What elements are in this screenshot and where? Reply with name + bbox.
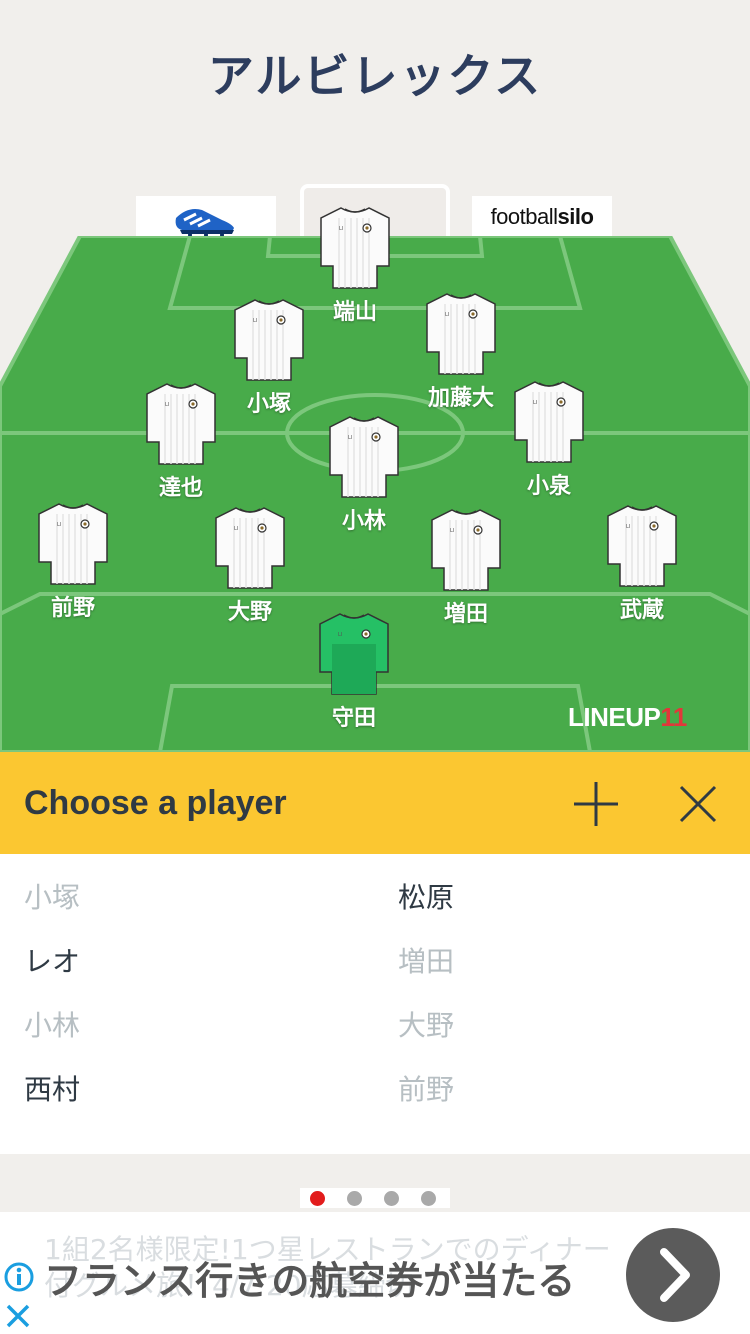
brand-text: LINEUP bbox=[568, 702, 661, 732]
shirt-icon: LI bbox=[13, 500, 133, 588]
shirt-icon: LI bbox=[121, 380, 241, 468]
shirt-icon: LI bbox=[295, 204, 415, 292]
close-icon[interactable] bbox=[672, 778, 724, 830]
choose-player-bar: Choose a player bbox=[0, 752, 750, 854]
svg-text:LI: LI bbox=[339, 226, 343, 232]
player-left-mid[interactable]: LI 達也 bbox=[121, 380, 241, 502]
brand-number: 11 bbox=[660, 702, 687, 732]
page-dot[interactable] bbox=[384, 1191, 399, 1206]
choose-player-title: Choose a player bbox=[24, 784, 287, 822]
svg-text:LI: LI bbox=[253, 318, 257, 324]
sponsor-boot-banner bbox=[136, 196, 276, 238]
shirt-icon: LI bbox=[209, 296, 329, 384]
player-list-item[interactable]: 小塚 bbox=[24, 878, 80, 918]
svg-text:LI: LI bbox=[533, 400, 537, 406]
svg-text:LI: LI bbox=[348, 435, 352, 441]
player-name: 大野 bbox=[227, 600, 272, 625]
svg-text:LI: LI bbox=[626, 524, 630, 530]
svg-text:LI: LI bbox=[338, 632, 342, 638]
player-name: 達也 bbox=[158, 476, 203, 501]
player-list-item[interactable]: 松原 bbox=[398, 878, 454, 918]
player-list-item[interactable]: レオ bbox=[24, 942, 80, 982]
lineup11-logo: LINEUP11 bbox=[568, 702, 687, 733]
shirt-icon: LI bbox=[489, 378, 609, 466]
page-dot[interactable] bbox=[347, 1191, 362, 1206]
svg-text:LI: LI bbox=[57, 522, 61, 528]
ad-headline[interactable]: フランス行きの航空券が当たる bbox=[44, 1250, 575, 1305]
shirt-icon: LI bbox=[582, 502, 702, 590]
player-right-mid[interactable]: LI 小泉 bbox=[489, 378, 609, 500]
player-list-item[interactable]: 大野 bbox=[398, 1006, 454, 1046]
player-right-back[interactable]: LI 武蔵 bbox=[582, 502, 702, 624]
player-centre-back-right[interactable]: LI 増田 bbox=[406, 506, 526, 628]
player-name: 増田 bbox=[443, 602, 488, 627]
svg-text:LI: LI bbox=[234, 526, 238, 532]
player-centre-back-left[interactable]: LI 大野 bbox=[190, 504, 310, 626]
player-list-item[interactable]: 西村 bbox=[24, 1070, 80, 1110]
ad-close-icon[interactable] bbox=[0, 1298, 36, 1334]
svg-text:LI: LI bbox=[445, 312, 449, 318]
svg-text:LI: LI bbox=[165, 402, 169, 408]
player-list-item[interactable]: 小林 bbox=[24, 1006, 80, 1046]
player-list-item[interactable]: 増田 bbox=[398, 942, 454, 982]
player-goalkeeper[interactable]: LI 守田 bbox=[294, 610, 414, 732]
player-name: 武蔵 bbox=[619, 598, 664, 623]
page-indicator bbox=[300, 1188, 450, 1208]
sponsor-name-thin: football bbox=[490, 204, 558, 229]
page-dot[interactable] bbox=[310, 1191, 325, 1206]
player-name: 前野 bbox=[50, 596, 95, 621]
chevron-right-icon[interactable] bbox=[626, 1228, 720, 1322]
sponsor-name-bold: silo bbox=[557, 204, 594, 229]
svg-text:LI: LI bbox=[450, 528, 454, 534]
player-name: 小泉 bbox=[526, 474, 571, 499]
shirt-icon: LI bbox=[401, 290, 521, 378]
player-list: 小塚 松原レオ 増田小林 大野西村 前野 bbox=[0, 854, 750, 1154]
player-list-item[interactable]: 前野 bbox=[398, 1070, 454, 1110]
page-dot[interactable] bbox=[421, 1191, 436, 1206]
shirt-icon: LI bbox=[304, 413, 424, 501]
player-name: 守田 bbox=[331, 706, 376, 731]
player-left-back[interactable]: LI 前野 bbox=[13, 500, 133, 622]
sponsor-footballsilo: football silo bbox=[472, 196, 612, 238]
ad-banner[interactable]: 1組2名様限定!1つ星レストランでのディナー付グルメ旅！4/7 20応募締切 フ… bbox=[0, 1212, 750, 1334]
plus-icon[interactable] bbox=[570, 778, 622, 830]
info-icon[interactable] bbox=[4, 1262, 34, 1292]
football-boot-icon bbox=[175, 209, 234, 237]
goalkeeper-shirt-icon: LI bbox=[294, 610, 414, 698]
shirt-icon: LI bbox=[190, 504, 310, 592]
page-title: アルビレックス bbox=[207, 49, 543, 103]
shirt-icon: LI bbox=[406, 506, 526, 594]
